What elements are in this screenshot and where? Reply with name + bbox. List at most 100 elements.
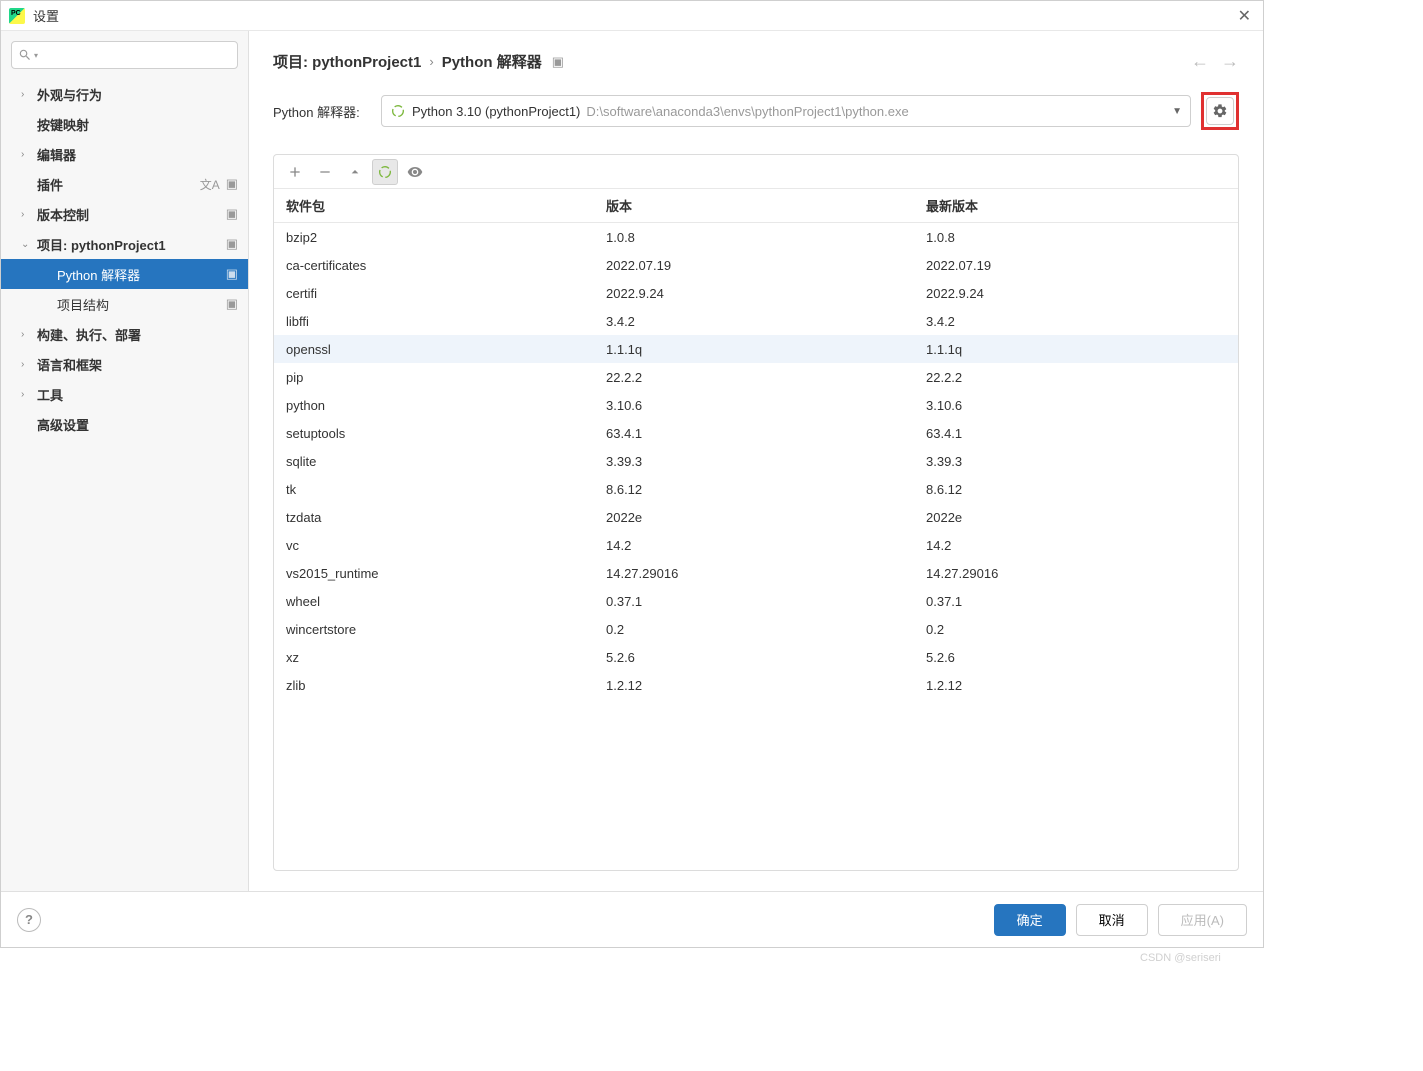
ok-button[interactable]: 确定: [994, 904, 1066, 936]
package-name: tzdata: [286, 510, 606, 525]
close-icon[interactable]: ✕: [1234, 6, 1255, 26]
python-env-icon: [390, 103, 406, 119]
sidebar-item[interactable]: ›版本控制▣: [1, 199, 248, 229]
package-name: vc: [286, 538, 606, 553]
package-latest: 1.0.8: [926, 230, 1226, 245]
package-name: pip: [286, 370, 606, 385]
packages-list: bzip21.0.81.0.8ca-certificates2022.07.19…: [274, 223, 1238, 870]
package-version: 14.2: [606, 538, 926, 553]
packages-toolbar: [274, 155, 1238, 189]
nav-forward-icon[interactable]: →: [1221, 51, 1239, 72]
sidebar-item-label: 项目: pythonProject1: [37, 235, 226, 254]
chevron-down-icon: ▼: [1172, 106, 1182, 117]
chevron-icon: ⌄: [21, 239, 37, 250]
interpreter-settings-button[interactable]: [1206, 97, 1234, 125]
sidebar-item-label: 按键映射: [37, 115, 248, 134]
package-latest: 0.2: [926, 622, 1226, 637]
package-row[interactable]: setuptools63.4.163.4.1: [274, 419, 1238, 447]
package-latest: 8.6.12: [926, 482, 1226, 497]
sidebar-item[interactable]: ›编辑器: [1, 139, 248, 169]
package-latest: 14.27.29016: [926, 566, 1226, 581]
sidebar-item[interactable]: ⌄项目: pythonProject1▣: [1, 229, 248, 259]
package-row[interactable]: ca-certificates2022.07.192022.07.19: [274, 251, 1238, 279]
package-row[interactable]: vs2015_runtime14.27.2901614.27.29016: [274, 559, 1238, 587]
package-row[interactable]: openssl1.1.1q1.1.1q: [274, 335, 1238, 363]
main-panel: 项目: pythonProject1 › Python 解释器 ▣ ← → Py…: [249, 31, 1263, 891]
breadcrumb-part2: Python 解释器: [442, 51, 542, 72]
project-badge-icon: ▣: [226, 236, 238, 252]
package-version: 1.2.12: [606, 678, 926, 693]
package-version: 22.2.2: [606, 370, 926, 385]
package-version: 1.0.8: [606, 230, 926, 245]
package-row[interactable]: tk8.6.128.6.12: [274, 475, 1238, 503]
add-package-button[interactable]: [282, 159, 308, 185]
nav-back-icon[interactable]: ←: [1191, 51, 1209, 72]
sidebar-item[interactable]: Python 解释器▣: [1, 259, 248, 289]
sidebar-item[interactable]: ›外观与行为: [1, 79, 248, 109]
sidebar-item[interactable]: 项目结构▣: [1, 289, 248, 319]
cancel-button[interactable]: 取消: [1076, 904, 1148, 936]
package-latest: 14.2: [926, 538, 1226, 553]
sidebar-item[interactable]: ›语言和框架: [1, 349, 248, 379]
package-row[interactable]: certifi2022.9.242022.9.24: [274, 279, 1238, 307]
chevron-icon: ›: [21, 389, 37, 400]
apply-button[interactable]: 应用(A): [1158, 904, 1247, 936]
settings-window: 设置 ✕ ▾ ›外观与行为按键映射›编辑器插件文A▣›版本控制▣⌄项目: pyt…: [0, 0, 1264, 948]
package-row[interactable]: wincertstore0.20.2: [274, 615, 1238, 643]
package-row[interactable]: pip22.2.222.2.2: [274, 363, 1238, 391]
package-name: wincertstore: [286, 622, 606, 637]
packages-panel: 软件包 版本 最新版本 bzip21.0.81.0.8ca-certificat…: [273, 154, 1239, 871]
package-row[interactable]: sqlite3.39.33.39.3: [274, 447, 1238, 475]
remove-package-button[interactable]: [312, 159, 338, 185]
package-row[interactable]: bzip21.0.81.0.8: [274, 223, 1238, 251]
package-version: 0.2: [606, 622, 926, 637]
sidebar-item[interactable]: 插件文A ▣: [1, 169, 248, 199]
gear-highlight-box: [1201, 92, 1239, 130]
project-badge-icon: ▣: [226, 176, 238, 192]
conda-button[interactable]: [372, 159, 398, 185]
package-row[interactable]: libffi3.4.23.4.2: [274, 307, 1238, 335]
chevron-icon: ›: [21, 89, 37, 100]
column-version-header[interactable]: 版本: [606, 196, 926, 215]
sidebar-item[interactable]: ›工具: [1, 379, 248, 409]
package-row[interactable]: tzdata2022e2022e: [274, 503, 1238, 531]
sidebar-item-label: 工具: [37, 385, 248, 404]
chevron-icon: ›: [21, 359, 37, 370]
sidebar-item-label: 语言和框架: [37, 355, 248, 374]
chevron-icon: ›: [21, 329, 37, 340]
sidebar-item[interactable]: 高级设置: [1, 409, 248, 439]
packages-header: 软件包 版本 最新版本: [274, 189, 1238, 223]
sidebar-item-label: 编辑器: [37, 145, 248, 164]
package-version: 63.4.1: [606, 426, 926, 441]
search-dropdown-icon: ▾: [34, 51, 38, 60]
upgrade-package-button[interactable]: [342, 159, 368, 185]
sidebar-item-label: 插件: [37, 175, 200, 194]
show-early-releases-button[interactable]: [402, 159, 428, 185]
sidebar-item[interactable]: ›构建、执行、部署: [1, 319, 248, 349]
package-row[interactable]: vc14.214.2: [274, 531, 1238, 559]
package-version: 5.2.6: [606, 650, 926, 665]
package-row[interactable]: wheel0.37.10.37.1: [274, 587, 1238, 615]
project-badge-icon: ▣: [226, 266, 238, 282]
interpreter-dropdown[interactable]: Python 3.10 (pythonProject1) D:\software…: [381, 95, 1191, 127]
translate-icon: 文A: [200, 176, 220, 193]
titlebar: 设置 ✕: [1, 1, 1263, 31]
package-name: tk: [286, 482, 606, 497]
package-row[interactable]: python3.10.63.10.6: [274, 391, 1238, 419]
settings-tree: ›外观与行为按键映射›编辑器插件文A▣›版本控制▣⌄项目: pythonProj…: [1, 79, 248, 891]
sidebar-item[interactable]: 按键映射: [1, 109, 248, 139]
gear-icon: [1212, 103, 1228, 119]
project-badge-icon: ▣: [226, 206, 238, 222]
search-input[interactable]: ▾: [11, 41, 238, 69]
column-name-header[interactable]: 软件包: [286, 196, 606, 215]
package-row[interactable]: zlib1.2.121.2.12: [274, 671, 1238, 699]
search-icon: [18, 48, 32, 62]
column-latest-header[interactable]: 最新版本: [926, 196, 1226, 215]
package-version: 0.37.1: [606, 594, 926, 609]
breadcrumb-separator: ›: [429, 54, 433, 69]
package-latest: 5.2.6: [926, 650, 1226, 665]
package-name: setuptools: [286, 426, 606, 441]
package-row[interactable]: xz5.2.65.2.6: [274, 643, 1238, 671]
sidebar-item-label: 构建、执行、部署: [37, 325, 248, 344]
help-button[interactable]: ?: [17, 908, 41, 932]
